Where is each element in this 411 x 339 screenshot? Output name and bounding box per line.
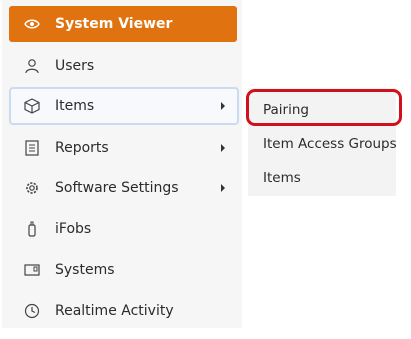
eye-icon	[23, 15, 41, 33]
sidebar-item-reports[interactable]: Reports	[9, 130, 237, 166]
clock-icon	[23, 302, 41, 320]
submenu-item-pairing[interactable]: Pairing	[248, 95, 396, 125]
sidebar-item-label: System Viewer	[55, 16, 173, 32]
sidebar-item-label: Items	[55, 98, 95, 114]
sidebar-item-system-viewer[interactable]: System Viewer	[9, 6, 237, 42]
gear-icon	[23, 179, 41, 197]
sidebar-item-software-settings[interactable]: Software Settings	[9, 170, 237, 206]
user-icon	[23, 57, 41, 75]
report-icon	[23, 139, 41, 157]
sidebar-item-label: iFobs	[55, 221, 92, 237]
sidebar-nav: System Viewer Users Items Reports Softwa…	[2, 0, 242, 328]
submenu-item-item-access-groups[interactable]: Item Access Groups	[248, 129, 397, 159]
sidebar-item-label: Reports	[55, 140, 109, 156]
sidebar-item-users[interactable]: Users	[9, 48, 237, 84]
sidebar-item-realtime-activity[interactable]: Realtime Activity	[9, 293, 237, 329]
app-stage: System Viewer Users Items Reports Softwa…	[0, 0, 411, 339]
sidebar-item-label: Realtime Activity	[55, 303, 174, 319]
sidebar-item-ifobs[interactable]: iFobs	[9, 211, 237, 247]
submenu-item-items[interactable]: Items	[248, 163, 396, 193]
sidebar-item-label: Software Settings	[55, 180, 179, 196]
sidebar-item-systems[interactable]: Systems	[9, 252, 237, 288]
items-submenu: Pairing Item Access Groups Items	[248, 88, 397, 196]
sidebar-item-items[interactable]: Items	[9, 87, 239, 125]
chevron-right-icon	[221, 102, 225, 110]
cube-icon	[23, 97, 41, 115]
systems-icon	[23, 261, 41, 279]
fob-icon	[23, 220, 41, 238]
chevron-right-icon	[221, 184, 225, 192]
sidebar-item-label: Systems	[55, 262, 115, 278]
sidebar-item-label: Users	[55, 58, 95, 74]
chevron-right-icon	[221, 144, 225, 152]
